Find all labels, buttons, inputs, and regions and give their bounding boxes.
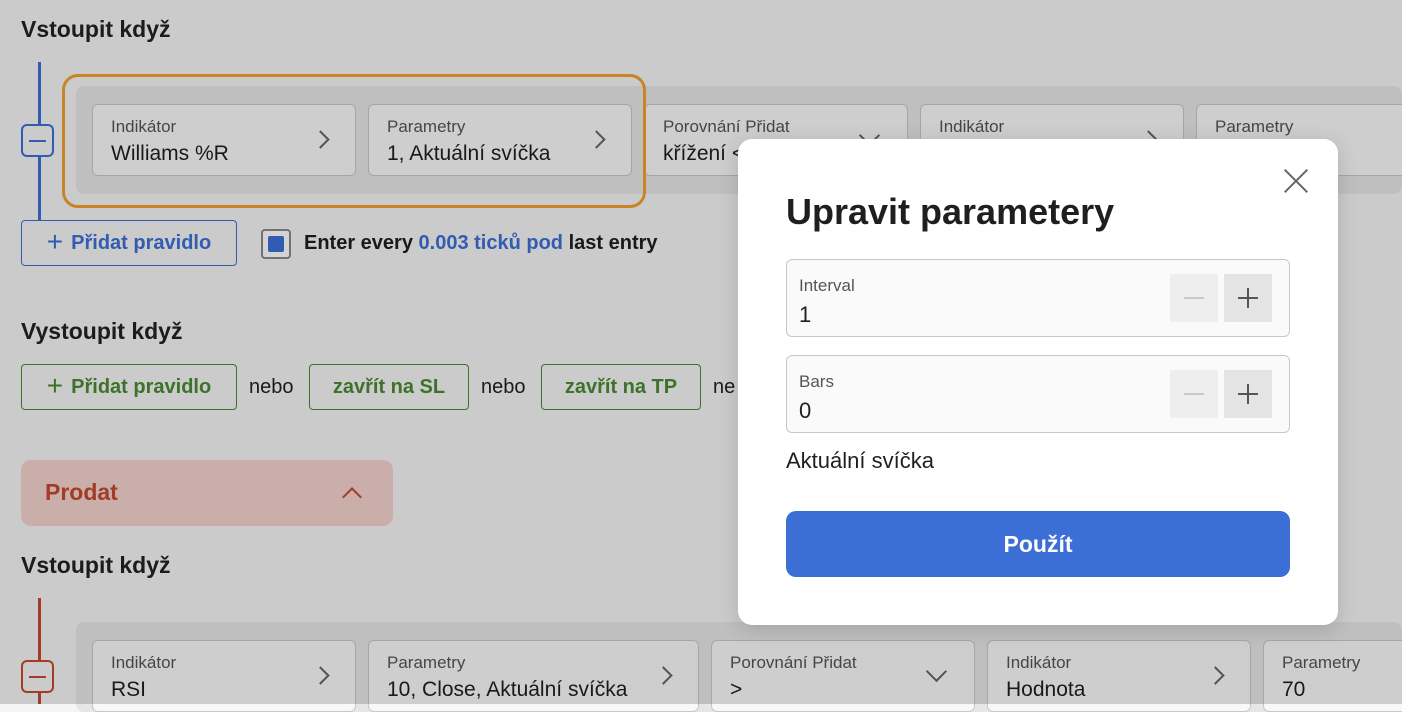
apply-button[interactable]: Použít bbox=[786, 511, 1290, 577]
interval-stepper: Interval 1 bbox=[786, 259, 1290, 337]
candle-note: Aktuální svíčka bbox=[786, 448, 934, 473]
interval-input[interactable]: 1 bbox=[799, 302, 811, 328]
field-label: Interval bbox=[799, 276, 855, 295]
decrement-button[interactable] bbox=[1170, 370, 1218, 418]
bars-stepper: Bars 0 bbox=[786, 355, 1290, 433]
dialog-title: Upravit parametery bbox=[786, 191, 1115, 232]
bars-input[interactable]: 0 bbox=[799, 398, 811, 424]
edit-parameters-dialog: Upravit parametery Interval 1 Bars 0 Akt… bbox=[738, 139, 1338, 625]
close-icon[interactable] bbox=[1282, 167, 1310, 195]
field-label: Bars bbox=[799, 372, 834, 391]
increment-button[interactable] bbox=[1224, 370, 1272, 418]
decrement-button[interactable] bbox=[1170, 274, 1218, 322]
increment-button[interactable] bbox=[1224, 274, 1272, 322]
